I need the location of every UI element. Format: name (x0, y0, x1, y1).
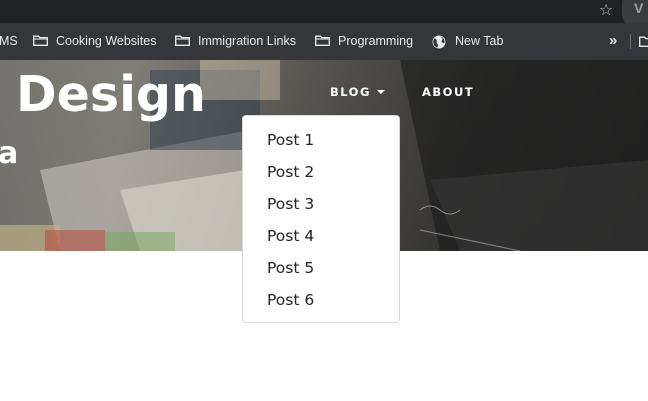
v-extension-icon[interactable]: V (634, 0, 648, 16)
bookmark-new-tab[interactable]: New Tab (432, 23, 503, 60)
nav-blog-dropdown-toggle[interactable]: BLOG (330, 84, 385, 100)
bookmarks-bar: MS Cooking Websites Immigration Links Pr… (0, 23, 648, 60)
bookmarks-separator (630, 34, 631, 49)
nav-about-link[interactable]: ABOUT (422, 84, 474, 100)
folder-icon (175, 35, 190, 46)
folder-icon (315, 35, 330, 46)
dropdown-item-post-5[interactable]: Post 5 (267, 252, 314, 284)
hero-title: Design (16, 66, 206, 123)
bookmark-label: Programming (338, 34, 414, 48)
bookmark-immigration-links[interactable]: Immigration Links (175, 23, 296, 60)
caret-down-icon (376, 89, 385, 94)
browser-toolbar: ☆ V (0, 0, 648, 28)
dropdown-item-post-4[interactable]: Post 4 (267, 220, 314, 252)
bookmarks-overflow-chevron-icon[interactable]: » (609, 23, 617, 60)
bookmark-label: Cooking Websites (56, 34, 157, 48)
bookmark-ms[interactable]: MS (0, 23, 18, 60)
dropdown-item-post-1[interactable]: Post 1 (267, 124, 314, 156)
bookmark-label: MS (0, 34, 18, 48)
bookmark-star-icon[interactable]: ☆ (597, 1, 615, 19)
bookmark-label: Immigration Links (198, 34, 296, 48)
hero-subtitle: a (0, 136, 19, 171)
dropdown-item-post-6[interactable]: Post 6 (267, 284, 314, 316)
dropdown-item-post-2[interactable]: Post 2 (267, 156, 314, 188)
folder-icon[interactable] (639, 36, 648, 47)
bookmark-cooking-websites[interactable]: Cooking Websites (33, 23, 157, 60)
bookmark-programming[interactable]: Programming (315, 23, 413, 60)
globe-icon (432, 35, 446, 48)
nav-blog-label: BLOG (330, 85, 371, 99)
folder-icon (33, 35, 48, 46)
blog-dropdown-menu: Post 1 Post 2 Post 3 Post 4 Post 5 Post … (242, 115, 400, 323)
bookmark-label: New Tab (455, 34, 504, 48)
dropdown-item-post-3[interactable]: Post 3 (267, 188, 314, 220)
